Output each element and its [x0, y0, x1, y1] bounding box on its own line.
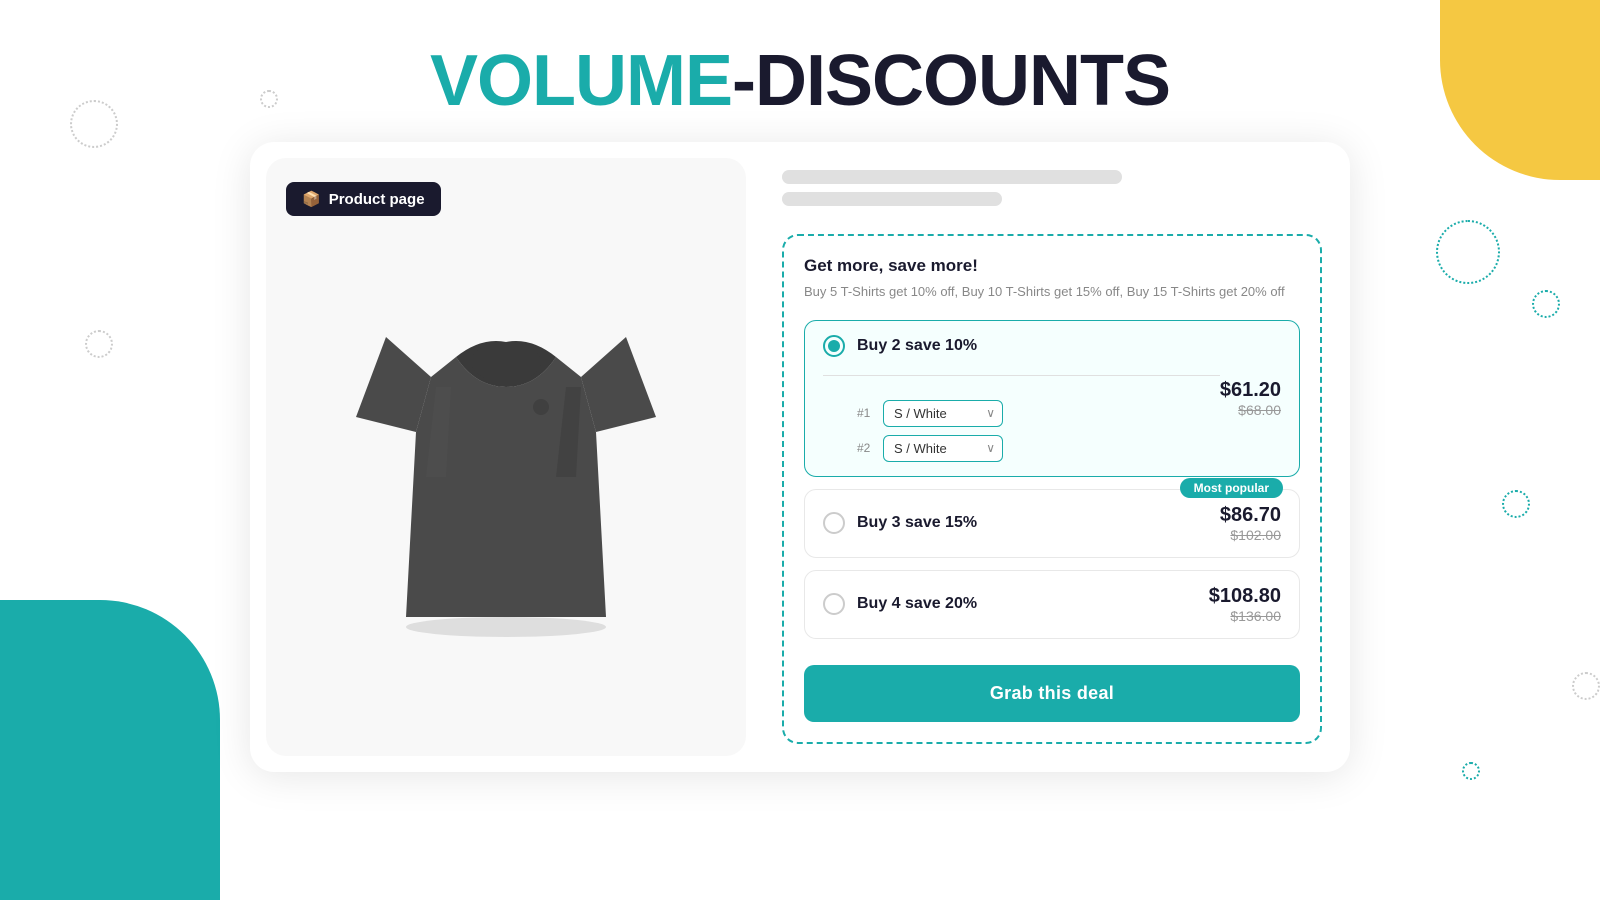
- option-2-price-current: $86.70: [1220, 504, 1281, 527]
- variant-num-2: #2: [857, 441, 875, 455]
- option-1-top: Buy 2 save 10%: [823, 335, 977, 357]
- tshirt-image: [356, 277, 656, 637]
- option-1-price-current: $61.20: [1220, 379, 1281, 402]
- radio-empty-2[interactable]: [823, 512, 845, 534]
- radio-empty-3[interactable]: [823, 593, 845, 615]
- product-panel: 📦 Product page: [266, 158, 746, 756]
- box-icon: 📦: [302, 190, 321, 208]
- variant-select-wrapper-2[interactable]: S / White M / White L / White S / Black …: [883, 435, 1003, 462]
- promo-box: Get more, save more! Buy 5 T-Shirts get …: [782, 234, 1322, 744]
- option-1-price: $61.20 $68.00: [1220, 379, 1281, 418]
- grab-deal-button[interactable]: Grab this deal: [804, 665, 1300, 722]
- variant-row-1: #1 S / White M / White L / White S / Bla…: [857, 400, 1003, 427]
- promo-title: Get more, save more!: [804, 256, 1300, 276]
- option-1-left: Buy 2 save 10% #1 S / White M / White L …: [823, 335, 1220, 462]
- product-page-label: Product page: [329, 191, 425, 208]
- variant-row-2: #2 S / White M / White L / White S / Bla…: [857, 435, 1003, 462]
- option-1-price-original: $68.00: [1220, 402, 1281, 418]
- dot-circle-5: [1532, 290, 1560, 318]
- option-3-price: $108.80 $136.00: [1209, 585, 1281, 624]
- bg-teal-decoration: [0, 600, 220, 900]
- option-3-price-original: $136.00: [1209, 608, 1281, 624]
- variant-select-wrapper-1[interactable]: S / White M / White L / White S / Black …: [883, 400, 1003, 427]
- discount-option-3[interactable]: Buy 4 save 20% $108.80 $136.00: [804, 570, 1300, 639]
- variant-select-1[interactable]: S / White M / White L / White S / Black …: [883, 400, 1003, 427]
- fake-bar-2: [782, 192, 1002, 206]
- dot-circle-7: [1462, 762, 1480, 780]
- option-3-label: Buy 4 save 20%: [857, 595, 977, 613]
- product-image-area: [346, 267, 666, 647]
- header: VOLUME-DISCOUNTS: [0, 0, 1600, 142]
- option-2-label: Buy 3 save 15%: [857, 514, 977, 532]
- variant-selectors-1: #1 S / White M / White L / White S / Bla…: [823, 400, 1003, 462]
- discount-panel: Get more, save more! Buy 5 T-Shirts get …: [762, 142, 1350, 772]
- radio-inner-1: [828, 340, 840, 352]
- fake-search-bars: [782, 170, 1322, 214]
- promo-subtitle: Buy 5 T-Shirts get 10% off, Buy 10 T-Shi…: [804, 282, 1300, 302]
- dot-circle-3: [85, 330, 113, 358]
- variant-num-1: #1: [857, 406, 875, 420]
- option-2-top: Buy 3 save 15%: [823, 512, 977, 534]
- title-hyphen-discounts: -DISCOUNTS: [732, 41, 1170, 121]
- most-popular-badge: Most popular: [1180, 478, 1283, 498]
- title-volume: VOLUME: [430, 41, 732, 121]
- dot-circle-8: [1572, 672, 1600, 700]
- option-3-top: Buy 4 save 20%: [823, 593, 977, 615]
- dot-circle-4: [1436, 220, 1500, 284]
- option-2-left: Buy 3 save 15%: [823, 512, 1220, 534]
- option-2-price-original: $102.00: [1220, 527, 1281, 543]
- option-1-divider: [823, 375, 1220, 376]
- option-3-left: Buy 4 save 20%: [823, 593, 1209, 615]
- discount-option-2[interactable]: Most popular Buy 3 save 15% $86.70 $102.…: [804, 489, 1300, 558]
- radio-selected-1[interactable]: [823, 335, 845, 357]
- option-3-price-current: $108.80: [1209, 585, 1281, 608]
- dot-circle-6: [1502, 490, 1530, 518]
- main-card: 📦 Product page: [250, 142, 1350, 772]
- option-2-price: $86.70 $102.00: [1220, 504, 1281, 543]
- product-page-badge: 📦 Product page: [286, 182, 441, 216]
- variant-select-2[interactable]: S / White M / White L / White S / Black …: [883, 435, 1003, 462]
- discount-option-1[interactable]: Buy 2 save 10% #1 S / White M / White L …: [804, 320, 1300, 477]
- fake-bar-1: [782, 170, 1122, 184]
- option-1-label: Buy 2 save 10%: [857, 337, 977, 355]
